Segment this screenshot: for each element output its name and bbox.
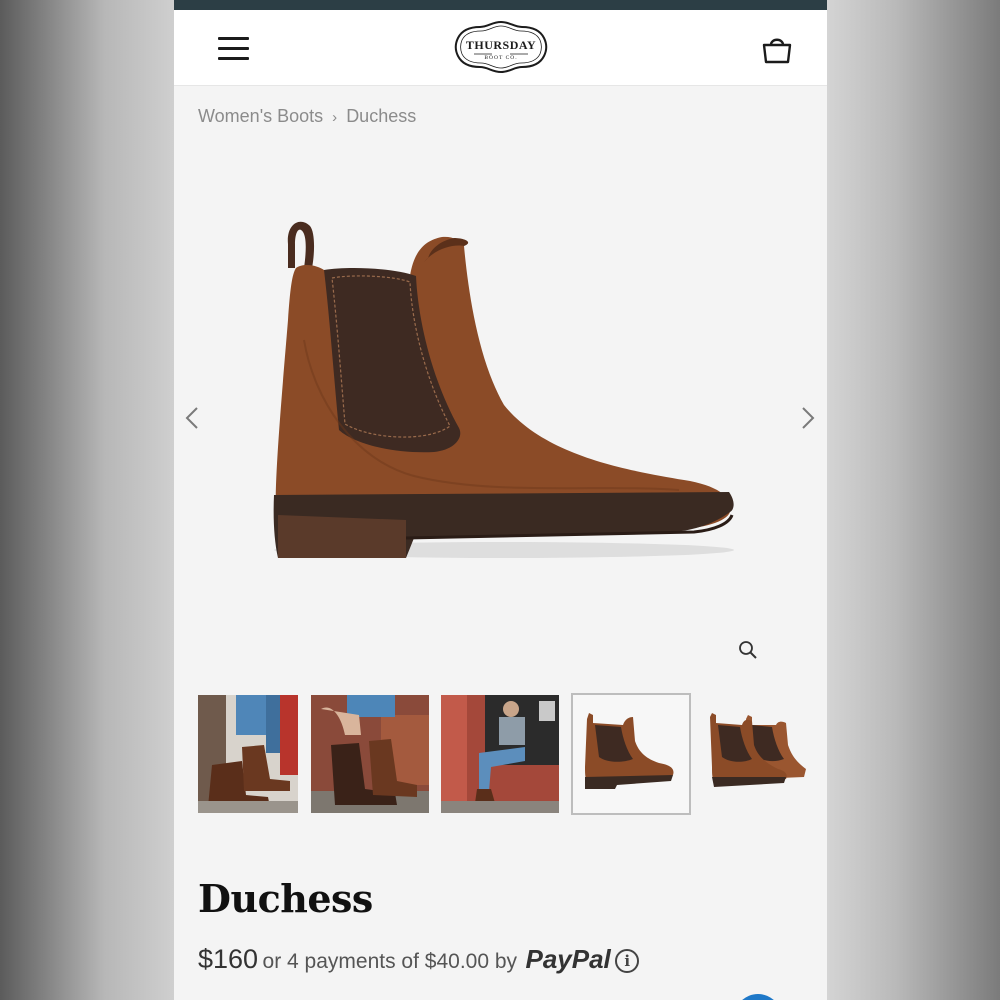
logo-wordmark: THURSDAY (465, 38, 537, 52)
paypal-logo[interactable]: PayPal (525, 944, 610, 974)
breadcrumb-separator: › (332, 109, 338, 126)
thumbnail-lifestyle-2[interactable] (311, 695, 429, 813)
menu-line (218, 37, 249, 40)
chevron-right-icon[interactable] (796, 402, 820, 434)
thumbnail-lifestyle-1[interactable] (198, 695, 298, 813)
chat-bubble-icon[interactable] (734, 994, 782, 1000)
logo-subtitle: BOOT CO. (484, 55, 518, 61)
price-row: $160 or 4 payments of $40.00 by PayPal i (198, 944, 640, 984)
menu-line (218, 57, 249, 60)
thumbnail-lifestyle-3[interactable] (441, 695, 559, 813)
magnifier-icon[interactable] (736, 638, 760, 662)
product-image-carousel[interactable] (174, 140, 827, 680)
background-right (827, 0, 1000, 1000)
main-boot-image (273, 221, 734, 558)
site-header: THURSDAY BOOT CO. (174, 10, 827, 86)
brand-logo[interactable]: THURSDAY BOOT CO. (452, 18, 550, 76)
breadcrumb-link-womens-boots[interactable]: Women's Boots (198, 106, 323, 126)
thumbnail-strip (174, 692, 827, 816)
menu-line (218, 47, 249, 50)
shopping-bag-icon[interactable] (760, 32, 794, 66)
status-strip (174, 0, 827, 10)
thumbnail-pair-view[interactable] (702, 695, 810, 813)
breadcrumb-current: Duchess (346, 106, 417, 126)
hamburger-menu-icon[interactable] (218, 35, 250, 63)
chevron-left-icon[interactable] (180, 402, 204, 434)
background-left (0, 0, 174, 1000)
mobile-page: THURSDAY BOOT CO. Women's Boots › Duches… (174, 0, 827, 1000)
info-icon[interactable]: i (615, 949, 640, 973)
thumbnail-side-view[interactable] (571, 693, 691, 815)
product-title: Duchess (198, 876, 373, 921)
installment-text: or 4 payments of $40.00 by (262, 950, 518, 973)
product-price: $160 (198, 944, 259, 974)
breadcrumb: Women's Boots › Duchess (198, 106, 416, 132)
